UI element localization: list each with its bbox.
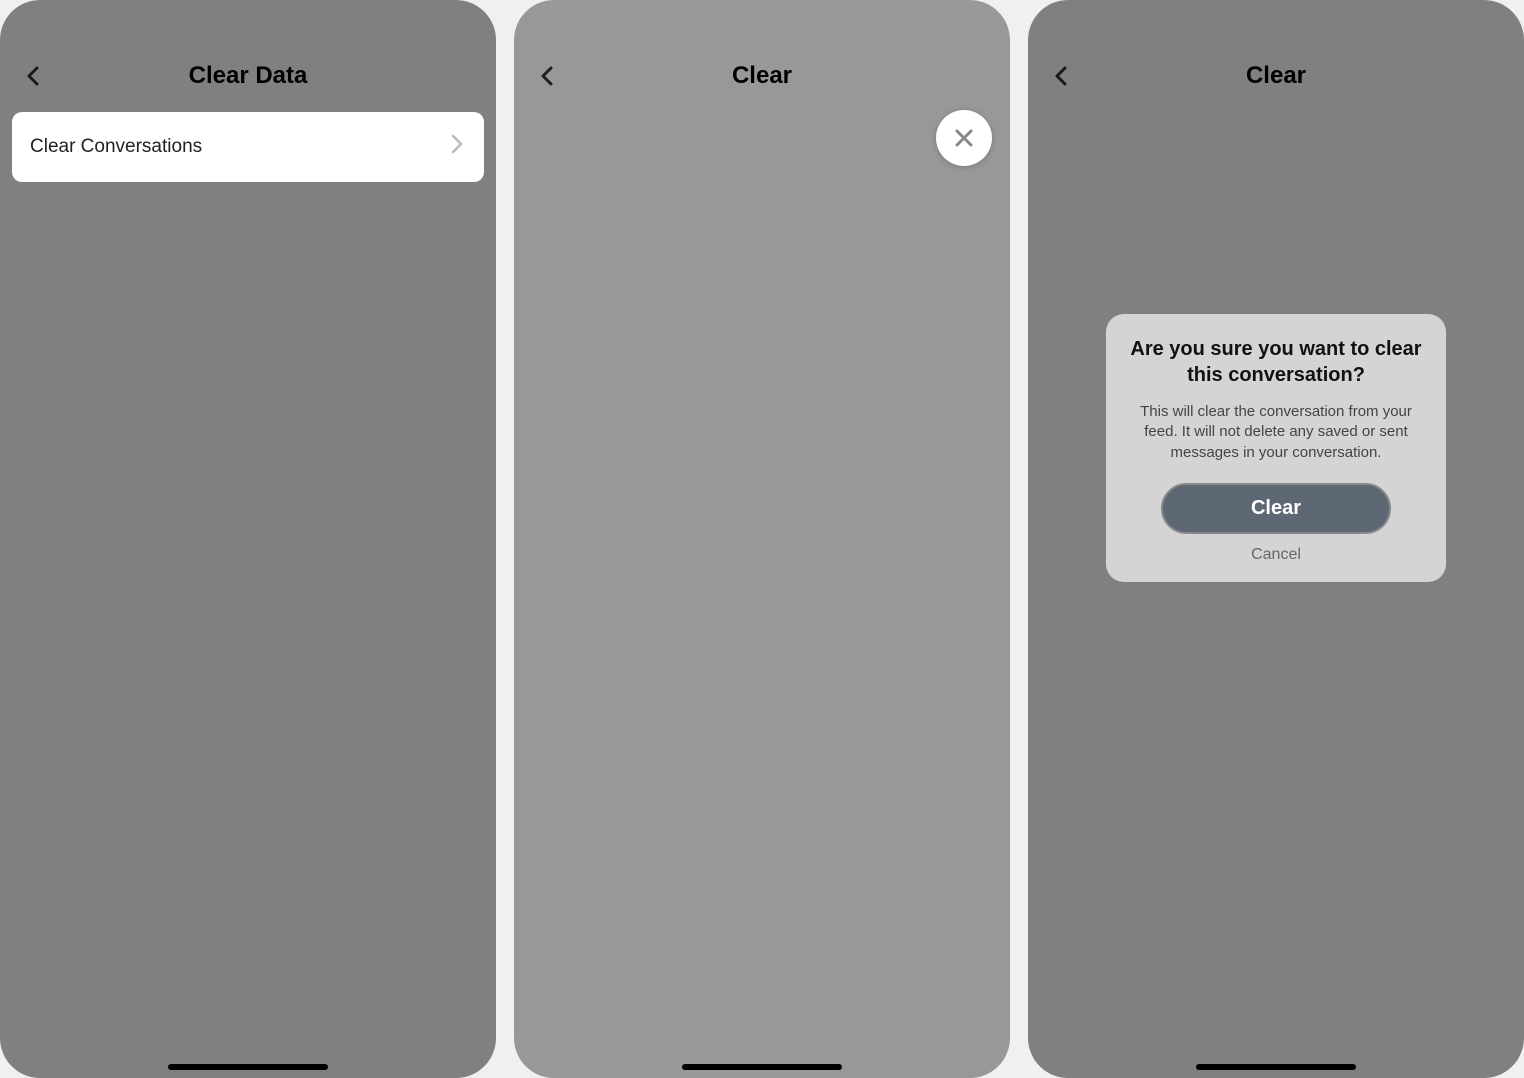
screenshot-clear-data: 11:30 ➤ 74 Clear Data Clear Conversation… <box>0 0 496 1078</box>
modal-clear-button[interactable]: Clear <box>1161 483 1391 534</box>
modal-body: This will clear the conversation from yo… <box>1126 402 1426 463</box>
back-button[interactable] <box>14 56 54 96</box>
modal-title: Are you sure you want to clear this conv… <box>1126 336 1426 388</box>
nav-header: Clear <box>1028 46 1524 106</box>
screenshot-clear-list: 11:30 ➤ 74 Clear My AISaturday Team Snap… <box>514 0 1010 1078</box>
screenshot-clear-confirm: 11:30 ➤ 74 Clear My AISaturday Team Snap… <box>1028 0 1524 1078</box>
row-clear-conversations[interactable]: Clear Conversations <box>12 112 484 182</box>
row-label: Clear Conversations <box>30 136 202 158</box>
home-indicator[interactable] <box>682 1064 842 1070</box>
page-title: Clear <box>1246 62 1306 90</box>
page-title: Clear <box>732 62 792 90</box>
chevron-left-icon <box>22 64 46 88</box>
home-indicator[interactable] <box>168 1064 328 1070</box>
chevron-left-icon <box>536 64 560 88</box>
highlight-x-circle[interactable] <box>936 110 992 166</box>
page-title: Clear Data <box>189 62 308 90</box>
modal-cancel-button[interactable]: Cancel <box>1126 546 1426 564</box>
chevron-right-icon <box>444 132 468 162</box>
confirm-clear-modal: Are you sure you want to clear this conv… <box>1106 314 1446 582</box>
back-button[interactable] <box>528 56 568 96</box>
nav-header: Clear <box>514 46 1010 106</box>
home-indicator[interactable] <box>1196 1064 1356 1070</box>
x-icon <box>952 126 976 150</box>
nav-header: Clear Data <box>0 46 496 106</box>
chevron-left-icon <box>1050 64 1074 88</box>
back-button[interactable] <box>1042 56 1082 96</box>
